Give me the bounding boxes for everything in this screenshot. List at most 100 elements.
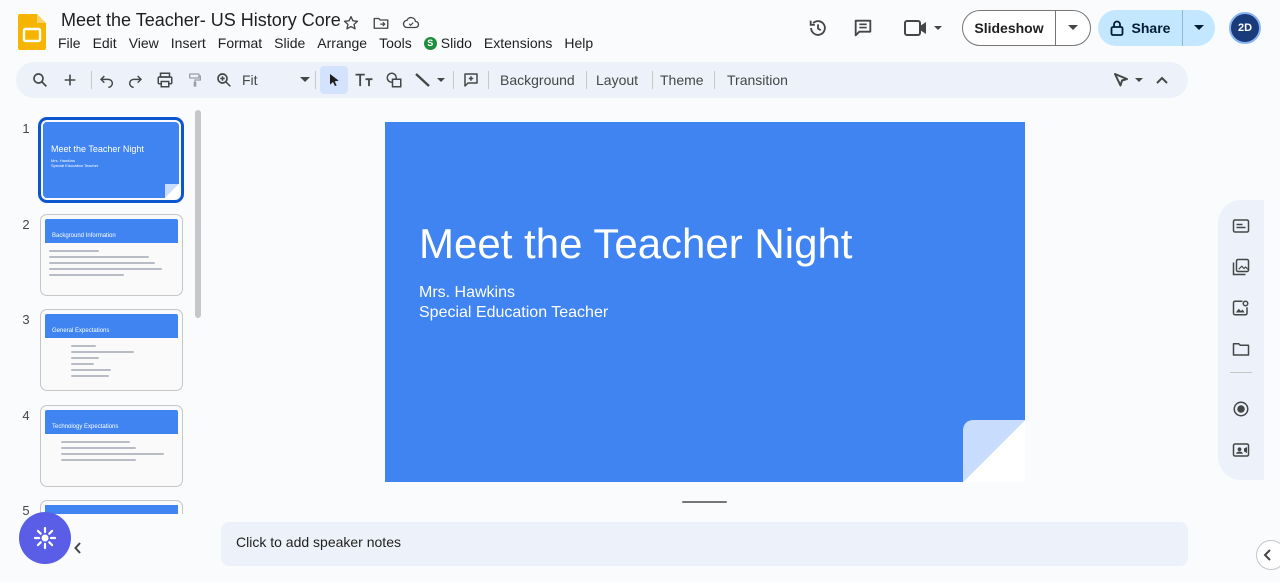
chevron-down-icon bbox=[300, 77, 310, 82]
notes-resize-handle[interactable] bbox=[682, 501, 727, 503]
slide-canvas[interactable]: Meet the Teacher Night Mrs. Hawkins Spec… bbox=[385, 122, 1025, 482]
comment-icon[interactable] bbox=[849, 14, 877, 42]
menu-edit[interactable]: Edit bbox=[87, 34, 123, 52]
slide-thumbnail-4[interactable]: Technology Expectations bbox=[40, 405, 183, 487]
thumb-title: General Expectations bbox=[45, 314, 178, 338]
thumb-title: Technology Expectations bbox=[45, 410, 178, 434]
history-icon[interactable] bbox=[804, 14, 832, 42]
share-main[interactable]: Share bbox=[1098, 10, 1183, 46]
menu-format[interactable]: Format bbox=[212, 34, 268, 52]
slideshow-button[interactable]: Slideshow bbox=[962, 10, 1091, 46]
slide-number: 4 bbox=[22, 408, 30, 423]
chevron-down-icon[interactable] bbox=[1183, 10, 1215, 46]
search-icon[interactable] bbox=[28, 66, 52, 94]
title-actions bbox=[340, 12, 422, 34]
speaker-notes[interactable]: Click to add speaker notes bbox=[221, 522, 1188, 566]
thumb-subtitle-2: Special Education Teacher bbox=[51, 163, 99, 168]
zoom-select[interactable]: Fit bbox=[238, 66, 310, 94]
chevron-left-icon bbox=[1263, 549, 1271, 561]
slide-thumbnail-3[interactable]: General Expectations bbox=[40, 309, 183, 391]
slides-logo-icon[interactable] bbox=[18, 14, 46, 50]
pen-tool[interactable] bbox=[1112, 66, 1146, 94]
image-library-icon[interactable] bbox=[1229, 255, 1253, 279]
transition-label: Transition bbox=[727, 72, 788, 88]
comment-add-icon[interactable] bbox=[459, 66, 483, 94]
menu-extensions[interactable]: Extensions bbox=[478, 34, 558, 52]
menu-slido-label: Slido bbox=[440, 35, 472, 51]
layout-label: Layout bbox=[596, 72, 639, 88]
line-tool[interactable] bbox=[412, 66, 448, 94]
slide-thumbnail-2[interactable]: Background Information bbox=[40, 214, 183, 296]
shape-icon[interactable] bbox=[382, 66, 406, 94]
layout-button[interactable]: Layout bbox=[592, 66, 642, 94]
menu-bar: File Edit View Insert Format Slide Arran… bbox=[58, 34, 599, 52]
lock-icon bbox=[1110, 20, 1123, 36]
avatar[interactable]: 2D bbox=[1229, 12, 1261, 44]
slido-icon: S bbox=[423, 36, 437, 50]
thumb-body bbox=[41, 243, 182, 276]
share-label: Share bbox=[1131, 20, 1171, 36]
collapse-filmstrip-button[interactable] bbox=[70, 538, 86, 558]
theme-label: Theme bbox=[660, 72, 704, 88]
video-call-button[interactable] bbox=[902, 14, 944, 42]
assistant-fab[interactable] bbox=[19, 512, 71, 564]
menu-slido[interactable]: S Slido bbox=[418, 34, 478, 52]
star-icon[interactable] bbox=[340, 12, 362, 34]
slide-subtitle-line: Special Education Teacher bbox=[419, 304, 609, 321]
menu-view[interactable]: View bbox=[123, 34, 165, 52]
thumb-title: Background Information bbox=[45, 219, 178, 243]
menu-help[interactable]: Help bbox=[558, 34, 599, 52]
cursor-icon[interactable] bbox=[320, 66, 348, 94]
menu-file[interactable]: File bbox=[58, 34, 87, 52]
transition-button[interactable]: Transition bbox=[723, 66, 792, 94]
slideshow-label[interactable]: Slideshow bbox=[963, 11, 1056, 45]
slide-number: 1 bbox=[22, 121, 30, 136]
move-to-folder-icon[interactable] bbox=[370, 12, 392, 34]
divider bbox=[1230, 372, 1252, 373]
zoom-icon[interactable] bbox=[213, 66, 235, 94]
print-icon[interactable] bbox=[154, 66, 176, 94]
text-box-icon[interactable] bbox=[352, 66, 376, 94]
background-label: Background bbox=[500, 72, 575, 88]
record-icon[interactable] bbox=[1229, 397, 1253, 421]
slide-thumbnail-1[interactable]: Meet the Teacher Night Mrs. Hawkins Spec… bbox=[38, 117, 184, 203]
background-button[interactable]: Background bbox=[496, 66, 579, 94]
slide-subtitle[interactable]: Mrs. Hawkins Special Education Teacher bbox=[419, 283, 608, 323]
image-search-icon[interactable] bbox=[1229, 296, 1253, 320]
chevron-down-icon[interactable] bbox=[1056, 11, 1090, 45]
thumb-title: Meet the Teacher Night bbox=[51, 144, 144, 154]
thumb-body bbox=[41, 434, 182, 461]
slides-list-icon[interactable] bbox=[1229, 214, 1253, 238]
document-title[interactable]: Meet the Teacher- US History Core bbox=[61, 10, 341, 31]
slide-thumbnail-5[interactable] bbox=[40, 500, 183, 514]
undo-icon[interactable] bbox=[96, 66, 118, 94]
side-panel-toggle[interactable] bbox=[1256, 540, 1280, 570]
plus-icon[interactable] bbox=[58, 66, 82, 94]
thumb-body bbox=[41, 338, 182, 377]
menu-slide[interactable]: Slide bbox=[268, 34, 311, 52]
menu-arrange[interactable]: Arrange bbox=[311, 34, 373, 52]
theme-button[interactable]: Theme bbox=[656, 66, 708, 94]
page-fold-decoration bbox=[963, 420, 1025, 482]
sparkle-icon bbox=[33, 526, 57, 550]
slide-title[interactable]: Meet the Teacher Night bbox=[419, 220, 852, 268]
line-icon bbox=[415, 73, 445, 87]
video-call-icon bbox=[904, 20, 942, 36]
filmstrip-scrollbar[interactable] bbox=[195, 110, 201, 318]
chevron-left-icon bbox=[74, 542, 81, 554]
share-button[interactable]: Share bbox=[1098, 10, 1215, 46]
slide-number: 3 bbox=[22, 312, 30, 327]
redo-icon[interactable] bbox=[124, 66, 146, 94]
paint-format-icon[interactable] bbox=[184, 66, 206, 94]
camera-icon[interactable] bbox=[1229, 438, 1253, 462]
folder-icon[interactable] bbox=[1229, 337, 1253, 361]
side-panel bbox=[1218, 200, 1264, 480]
chevron-up-icon[interactable] bbox=[1152, 66, 1172, 94]
pen-icon bbox=[1114, 73, 1143, 87]
menu-insert[interactable]: Insert bbox=[165, 34, 212, 52]
zoom-value: Fit bbox=[242, 72, 258, 88]
cloud-saved-icon[interactable] bbox=[400, 12, 422, 34]
toolbar: Fit Background Layout Theme Transition bbox=[16, 62, 1188, 98]
slide-subtitle-line: Mrs. Hawkins bbox=[419, 284, 516, 301]
menu-tools[interactable]: Tools bbox=[373, 34, 418, 52]
